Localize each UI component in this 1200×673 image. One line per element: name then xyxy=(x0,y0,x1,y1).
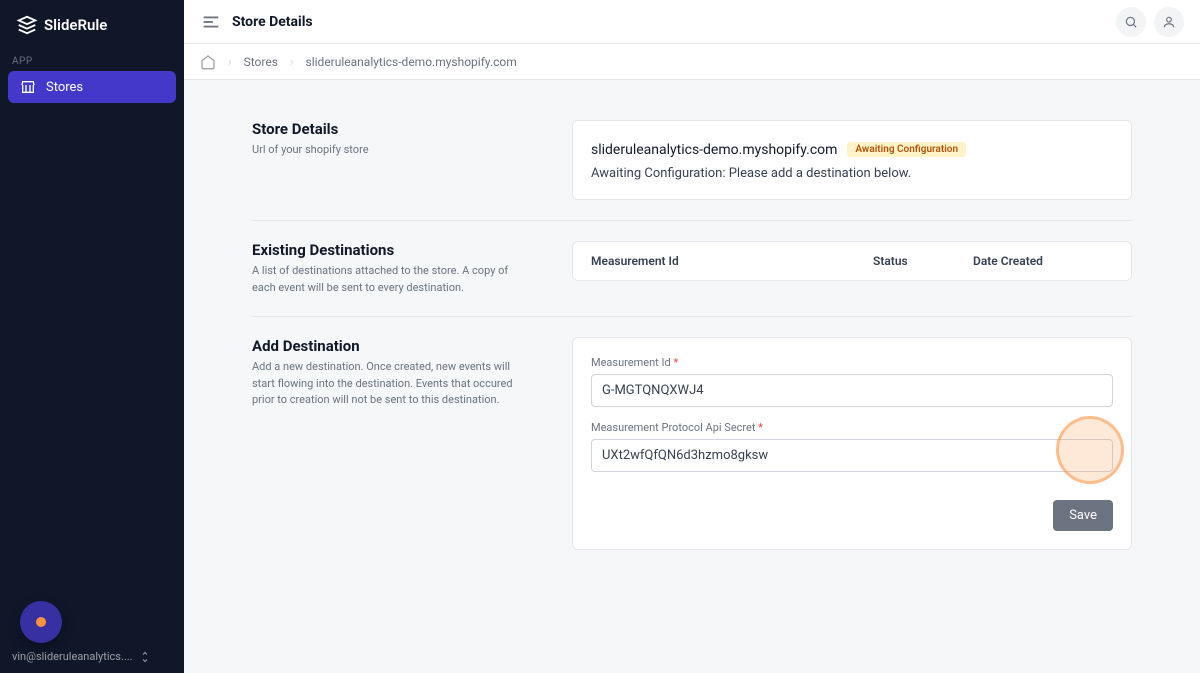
section-add-destination: Add Destination Add a new destination. O… xyxy=(252,317,1132,570)
sidebar-footer[interactable]: vin@slideruleanalytics.... xyxy=(0,640,184,673)
api-secret-input[interactable] xyxy=(591,439,1113,472)
section-store-details: Store Details Url of your shopify store … xyxy=(252,100,1132,221)
section-title: Existing Destinations xyxy=(252,241,532,259)
breadcrumb-separator: › xyxy=(290,55,294,69)
th-status: Status xyxy=(873,254,973,268)
status-badge: Awaiting Configuration xyxy=(847,142,966,157)
user-icon xyxy=(1162,15,1176,29)
logo-text: SlideRule xyxy=(44,16,107,34)
switch-icon xyxy=(139,651,151,663)
section-title: Add Destination xyxy=(252,337,532,355)
sidebar-item-stores[interactable]: Stores xyxy=(8,71,176,103)
add-destination-form: Measurement Id * Measurement Protocol Ap… xyxy=(572,337,1132,550)
store-status-text: Awaiting Configuration: Please add a des… xyxy=(591,166,1113,181)
secret-label: Measurement Protocol Api Secret * xyxy=(591,421,1113,434)
chat-dot-icon xyxy=(36,617,46,627)
topbar: Store Details xyxy=(184,0,1200,44)
destinations-table: Measurement Id Status Date Created xyxy=(572,241,1132,281)
sliderule-logo-icon xyxy=(16,14,38,36)
breadcrumb-separator: › xyxy=(228,55,232,69)
save-button[interactable]: Save xyxy=(1053,500,1113,531)
section-desc: Add a new destination. Once created, new… xyxy=(252,359,532,409)
search-icon xyxy=(1124,15,1138,29)
section-desc: Url of your shopify store xyxy=(252,142,532,159)
store-url: slideruleanalytics-demo.myshopify.com xyxy=(591,142,837,158)
nav-section-label: APP xyxy=(0,50,184,71)
footer-email: vin@slideruleanalytics.... xyxy=(12,650,133,663)
sidebar: SlideRule APP Stores vin@slideruleanalyt… xyxy=(0,0,184,673)
main: Store Details › Stores › slideruleanalyt… xyxy=(184,0,1200,673)
section-desc: A list of destinations attached to the s… xyxy=(252,263,532,296)
th-date: Date Created xyxy=(973,254,1113,268)
breadcrumb: › Stores › slideruleanalytics-demo.mysho… xyxy=(184,44,1200,80)
measurement-id-input[interactable] xyxy=(591,374,1113,407)
page-title: Store Details xyxy=(232,14,313,30)
store-icon xyxy=(20,79,36,95)
breadcrumb-stores[interactable]: Stores xyxy=(244,55,278,69)
chat-widget[interactable] xyxy=(20,601,62,643)
mid-label: Measurement Id * xyxy=(591,356,1113,369)
sidebar-item-label: Stores xyxy=(46,80,83,95)
th-measurement-id: Measurement Id xyxy=(591,254,873,268)
content: Store Details Url of your shopify store … xyxy=(192,80,1192,590)
logo[interactable]: SlideRule xyxy=(0,0,184,50)
search-button[interactable] xyxy=(1116,7,1146,37)
home-icon[interactable] xyxy=(200,54,216,70)
table-header: Measurement Id Status Date Created xyxy=(573,242,1131,280)
store-details-card: slideruleanalytics-demo.myshopify.com Aw… xyxy=(572,120,1132,200)
user-menu[interactable] xyxy=(1154,7,1184,37)
section-title: Store Details xyxy=(252,120,532,138)
breadcrumb-current: slideruleanalytics-demo.myshopify.com xyxy=(306,55,517,69)
section-existing: Existing Destinations A list of destinat… xyxy=(252,221,1132,317)
menu-toggle-icon[interactable] xyxy=(200,11,222,33)
